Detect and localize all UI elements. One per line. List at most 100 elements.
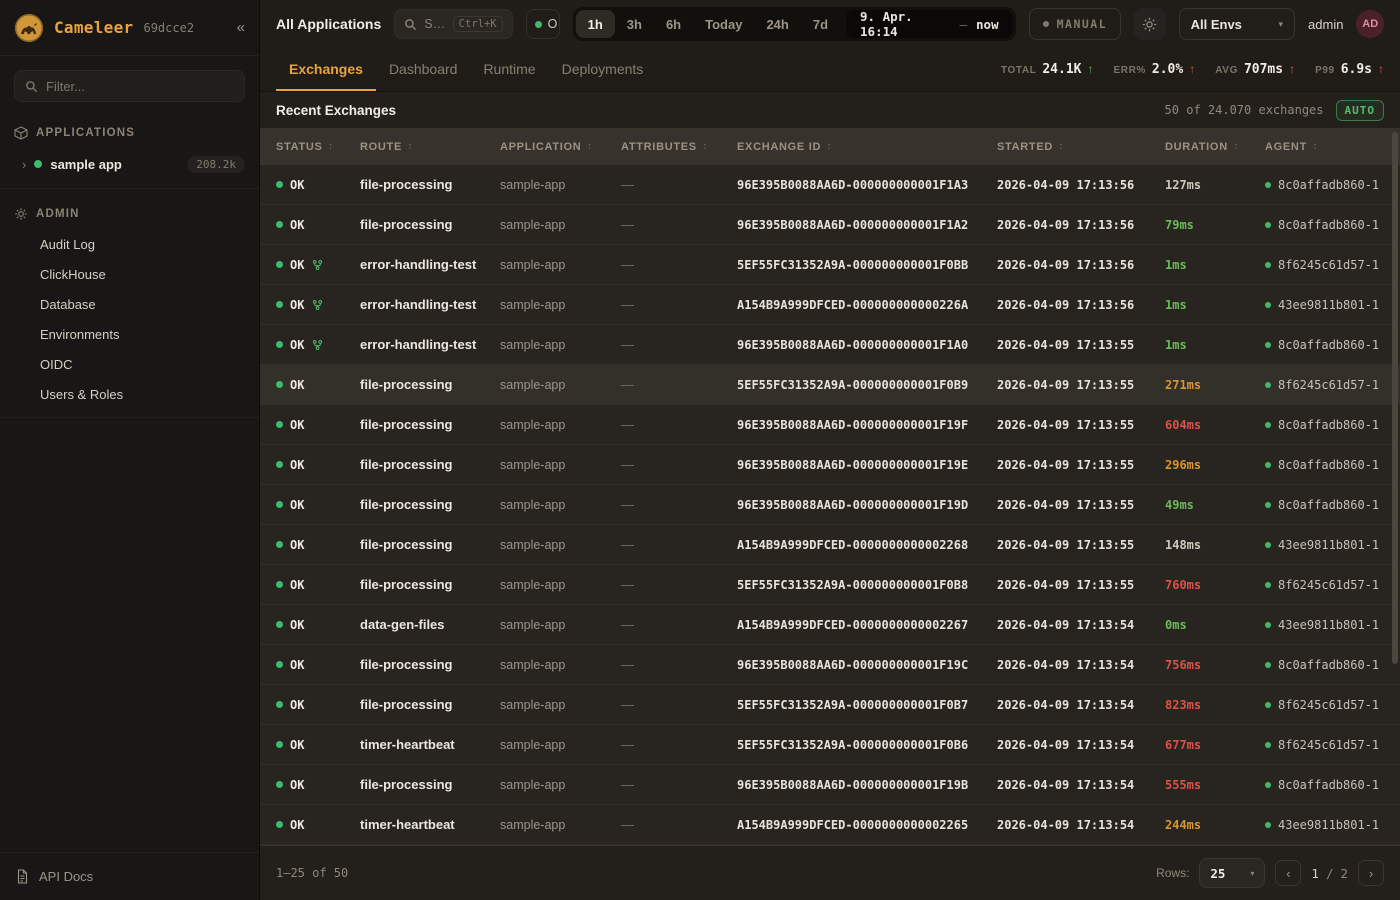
total-pages: 2 — [1340, 866, 1348, 881]
attributes-cell: — — [621, 737, 737, 752]
sidebar-item-audit-log[interactable]: Audit Log — [0, 229, 259, 259]
page-title: Recent Exchanges — [276, 103, 396, 118]
agent-cell: 8c0affadb860-1 — [1265, 458, 1400, 472]
tab-runtime[interactable]: Runtime — [470, 48, 548, 91]
tab-exchanges[interactable]: Exchanges — [276, 48, 376, 91]
route-cell: file-processing — [360, 777, 500, 792]
trend-up-icon: ↑ — [1189, 62, 1195, 76]
agent-status-dot — [1265, 662, 1271, 668]
duration-cell: 296ms — [1165, 458, 1265, 472]
agent-status-dot — [1265, 502, 1271, 508]
sidebar-item-database[interactable]: Database — [0, 289, 259, 319]
chevron-down-icon: ▾ — [1279, 19, 1284, 30]
avatar[interactable]: AD — [1356, 10, 1384, 38]
column-header-application[interactable]: APPLICATION: — [500, 141, 621, 153]
table-row[interactable]: OKfile-processingsample-app—96E395B0088A… — [260, 765, 1400, 805]
column-header-route[interactable]: ROUTE: — [360, 141, 500, 153]
sidebar-item-clickhouse[interactable]: ClickHouse — [0, 259, 259, 289]
next-page-button[interactable]: › — [1358, 860, 1384, 886]
status-dot — [276, 621, 283, 628]
table-row[interactable]: OKfile-processingsample-app—96E395B0088A… — [260, 205, 1400, 245]
online-indicator[interactable]: O — [526, 9, 560, 39]
stat-p99: P996.9s↑ — [1315, 62, 1384, 77]
sort-icon: : — [586, 141, 592, 152]
route-cell: file-processing — [360, 577, 500, 592]
sidebar-filter[interactable] — [14, 70, 245, 102]
table-row[interactable]: OKerror-handling-testsample-app—A154B9A9… — [260, 285, 1400, 325]
global-search[interactable]: S… Ctrl+K — [394, 9, 512, 39]
table-row[interactable]: OKfile-processingsample-app—96E395B0088A… — [260, 645, 1400, 685]
manual-dot-icon — [1043, 21, 1049, 27]
attributes-cell: — — [621, 457, 737, 472]
table-row[interactable]: OKfile-processingsample-app—96E395B0088A… — [260, 405, 1400, 445]
column-header-status[interactable]: STATUS: — [276, 141, 360, 153]
table-row[interactable]: OKdata-gen-filessample-app—A154B9A999DFC… — [260, 605, 1400, 645]
sidebar-collapse-icon[interactable]: « — [237, 19, 245, 36]
application-cell: sample-app — [500, 378, 621, 392]
scrollbar-thumb[interactable] — [1392, 132, 1398, 664]
status-dot — [276, 341, 283, 348]
range-button-7d[interactable]: 7d — [801, 10, 840, 38]
exchange-id-cell: 96E395B0088AA6D-000000000001F19C — [737, 658, 997, 672]
prev-page-button[interactable]: ‹ — [1275, 860, 1301, 886]
rows-per-page-select[interactable]: 25 ▾ — [1199, 858, 1265, 888]
range-button-6h[interactable]: 6h — [654, 10, 693, 38]
attributes-cell: — — [621, 497, 737, 512]
exchange-id-cell: 5EF55FC31352A9A-000000000001F0B9 — [737, 378, 997, 392]
tab-deployments[interactable]: Deployments — [549, 48, 657, 91]
sort-icon: : — [826, 141, 832, 152]
table-row[interactable]: OKtimer-heartbeatsample-app—A154B9A999DF… — [260, 805, 1400, 845]
table-row[interactable]: OKfile-processingsample-app—5EF55FC31352… — [260, 565, 1400, 605]
app-status-dot — [34, 160, 42, 168]
table-row[interactable]: OKfile-processingsample-app—5EF55FC31352… — [260, 685, 1400, 725]
filter-input[interactable] — [46, 79, 234, 94]
exchanges-table: STATUS:ROUTE:APPLICATION:ATTRIBUTES:EXCH… — [260, 128, 1400, 845]
sidebar-item-api-docs[interactable]: API Docs — [0, 852, 259, 900]
range-button-today[interactable]: Today — [693, 10, 754, 38]
range-button-24h[interactable]: 24h — [754, 10, 800, 38]
environments-dropdown[interactable]: All Envs ▾ — [1179, 8, 1295, 40]
date-range-display[interactable]: 9. Apr. 16:14 – now — [846, 10, 1013, 38]
route-cell: file-processing — [360, 377, 500, 392]
theme-toggle-button[interactable] — [1134, 8, 1165, 40]
table-row[interactable]: OKfile-processingsample-app—5EF55FC31352… — [260, 365, 1400, 405]
agent-cell: 8c0affadb860-1 — [1265, 778, 1400, 792]
table-row[interactable]: OKerror-handling-testsample-app—96E395B0… — [260, 325, 1400, 365]
auto-refresh-badge[interactable]: AUTO — [1336, 100, 1385, 121]
time-range-group: 1h3h6hToday24h7d — [576, 10, 840, 38]
sidebar: Cameleer 69dcce2 « APPLICATIONS › sample… — [0, 0, 260, 900]
range-button-3h[interactable]: 3h — [615, 10, 654, 38]
status-dot — [276, 421, 283, 428]
sidebar-item-users-roles[interactable]: Users & Roles — [0, 379, 259, 409]
range-button-1h[interactable]: 1h — [576, 10, 615, 38]
table-row[interactable]: OKfile-processingsample-app—96E395B0088A… — [260, 165, 1400, 205]
status-dot — [276, 381, 283, 388]
chevron-right-icon[interactable]: › — [22, 157, 26, 172]
column-header-duration[interactable]: DURATION: — [1165, 141, 1265, 153]
route-cell: error-handling-test — [360, 257, 500, 272]
sidebar-item-environments[interactable]: Environments — [0, 319, 259, 349]
agent-cell: 8c0affadb860-1 — [1265, 418, 1400, 432]
date-to: now — [976, 17, 999, 32]
sidebar-item-sample-app[interactable]: › sample app 208.2k — [0, 148, 259, 180]
column-header-attributes[interactable]: ATTRIBUTES: — [621, 141, 737, 153]
route-cell: file-processing — [360, 217, 500, 232]
manual-refresh-button[interactable]: MANUAL — [1029, 8, 1122, 40]
topbar: All Applications S… Ctrl+K O 1h3h6hToday… — [260, 0, 1400, 48]
exchange-id-cell: 96E395B0088AA6D-000000000001F19E — [737, 458, 997, 472]
table-row[interactable]: OKerror-handling-testsample-app—5EF55FC3… — [260, 245, 1400, 285]
stat-err: ERR%2.0%↑ — [1114, 62, 1196, 77]
column-header-started[interactable]: STARTED: — [997, 141, 1165, 153]
search-shortcut-kbd: Ctrl+K — [453, 16, 503, 32]
status-cell: OK — [276, 218, 360, 232]
table-row[interactable]: OKtimer-heartbeatsample-app—5EF55FC31352… — [260, 725, 1400, 765]
table-row[interactable]: OKfile-processingsample-app—96E395B0088A… — [260, 485, 1400, 525]
table-row[interactable]: OKfile-processingsample-app—96E395B0088A… — [260, 445, 1400, 485]
exchange-id-cell: A154B9A999DFCED-0000000000002268 — [737, 538, 997, 552]
column-header-exchange-id[interactable]: EXCHANGE ID: — [737, 141, 997, 153]
sidebar-item-oidc[interactable]: OIDC — [0, 349, 259, 379]
table-row[interactable]: OKfile-processingsample-app—A154B9A999DF… — [260, 525, 1400, 565]
started-cell: 2026-04-09 17:13:54 — [997, 698, 1165, 712]
column-header-agent[interactable]: AGENT: — [1265, 141, 1400, 153]
tab-dashboard[interactable]: Dashboard — [376, 48, 471, 91]
